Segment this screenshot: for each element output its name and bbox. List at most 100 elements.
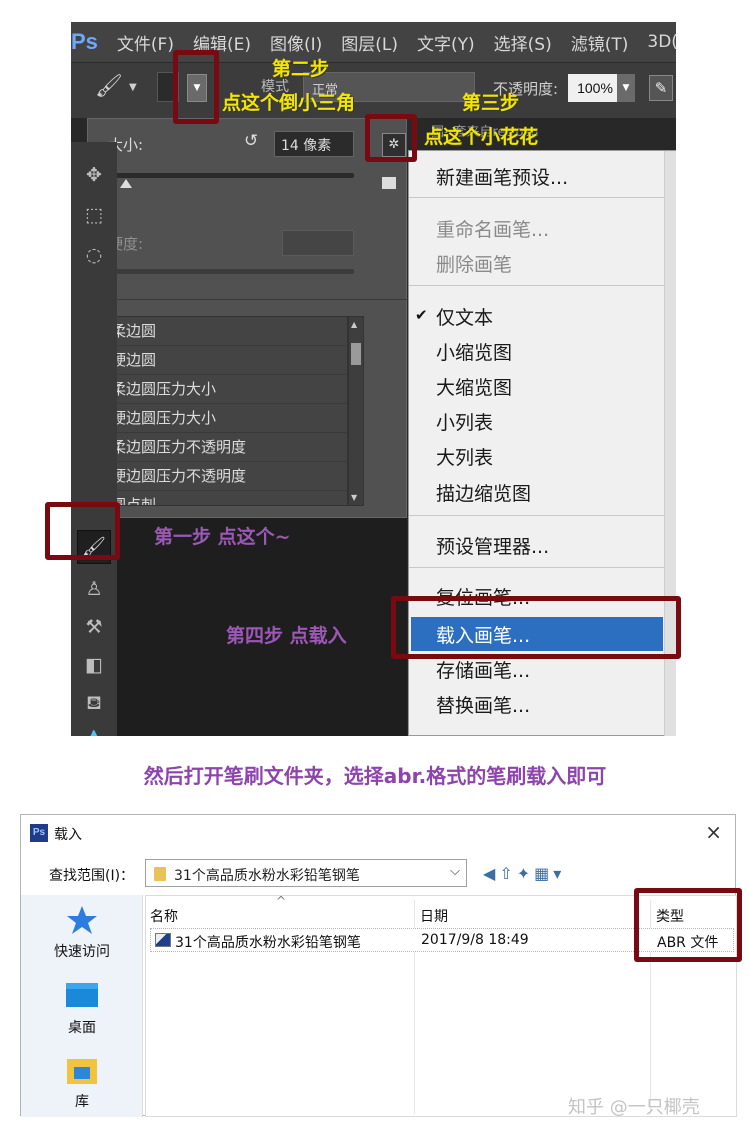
ps-menubar: Ps 文件(F) 编辑(E) 图像(I) 图层(L) 文字(Y) 选择(S) 滤… [71,22,676,62]
sidebar-item-label: 库 [75,1094,89,1110]
column-header-date[interactable]: 日期 [420,906,448,926]
menu-separator [409,197,664,198]
scrollbar-thumb[interactable] [351,343,361,365]
new-folder-icon[interactable]: ✦ [517,864,534,883]
file-name: 31个高品质水粉水彩铅笔钢笔 [175,935,361,951]
hardness-input[interactable] [282,230,354,256]
sidebar-item-desktop[interactable]: 桌面 [21,981,143,1037]
sidebar-item-label: 桌面 [68,1020,96,1036]
list-item[interactable]: 柔边圆 [103,317,347,346]
places-sidebar: 快速访问 桌面 库 [21,895,143,1117]
step4-text: 第四步 点载入 [226,625,347,647]
menu-item-small-thumb[interactable]: 小缩览图 [436,338,512,365]
sidebar-item-library[interactable]: 库 [21,1055,143,1111]
opacity-dropdown-icon[interactable]: ▼ [617,74,635,102]
look-in-select[interactable]: 31个高品质水粉水彩铅笔钢笔 ⌵ [145,859,467,887]
marquee-tool-icon[interactable]: ⬚ [81,202,107,228]
view-menu-icon[interactable]: ▦▾ [534,864,565,883]
brush-preset-list: 柔边圆 硬边圆 柔边圆压力大小 硬边圆压力大小 柔边圆压力不透明度 硬边圆压力不… [102,316,348,506]
folder-icon [154,867,166,881]
step2-title: 第二步 [272,58,330,80]
menu-separator [409,285,664,286]
lasso-tool-icon[interactable]: ◌ [81,242,107,268]
opacity-input[interactable]: 100% [568,74,622,102]
step4-highlight-box [391,596,681,659]
ps-logo: Ps [71,29,98,54]
sidebar-item-quick-access[interactable]: 快速访问 [21,905,143,961]
instruction-caption: 然后打开笔刷文件夹，选择abr.格式的笔刷载入即可 [143,764,607,788]
step3-text: 点这个小花花 [424,126,539,148]
menu-3d[interactable]: 3D(D) [647,32,676,52]
chevron-down-icon[interactable]: ▼ [129,82,137,93]
step1-highlight-box [45,502,120,560]
step2-highlight-box [173,50,219,124]
size-input[interactable]: 14 像素 [274,131,354,157]
list-item[interactable]: 圆点刺 [103,491,347,505]
new-preset-icon[interactable] [382,177,396,189]
menu-separator [409,515,664,516]
menu-type[interactable]: 文字(Y) [417,30,475,55]
ps-app-icon: Ps [30,824,48,842]
step2-text: 点这个倒小三角 [222,92,356,114]
menu-separator [409,567,664,568]
menu-layer[interactable]: 图层(L) [341,30,398,55]
menu-select[interactable]: 选择(S) [494,30,552,55]
look-in-label: 查找范围(I)： [49,868,135,884]
sort-caret-icon: ^ [276,894,287,908]
tools-panel: ✥ ⬚ ◌ 🖌 ♙ ⚒ ◧ ⛾ 💧 [71,142,117,736]
star-icon [65,905,99,935]
menu-file[interactable]: 文件(F) [117,30,174,55]
up-folder-icon[interactable]: ⇧ [499,864,516,883]
scroll-down-icon[interactable]: ▼ [351,493,357,502]
menu-item-large-list[interactable]: 大列表 [436,443,493,470]
menu-item-rename[interactable]: 重命名画笔... [436,215,549,242]
menu-item-replace-brushes[interactable]: 替换画笔... [436,691,530,718]
hardness-slider[interactable] [108,269,354,274]
abr-file-icon [155,933,171,947]
menu-item-text-only[interactable]: 仅文本 [436,303,493,330]
menu-item-delete[interactable]: 删除画笔 [436,250,512,277]
list-item[interactable]: 柔边圆压力大小 [103,375,347,404]
close-icon[interactable]: × [705,820,722,844]
airbrush-icon[interactable]: ✎ [649,75,673,101]
list-item[interactable]: 硬边圆压力不透明度 [103,462,347,491]
step1-text: 第一步 点这个~ [154,526,291,548]
eraser-tool-icon[interactable]: ◧ [81,652,107,678]
menu-item-stroke-thumb[interactable]: 描边缩览图 [436,479,531,506]
menu-item-small-list[interactable]: 小列表 [436,408,493,435]
load-dialog: Ps 载入 × 查找范围(I)： 31个高品质水粉水彩铅笔钢笔 ⌵ ◀⇧✦▦▾ … [20,814,737,1117]
scroll-up-icon[interactable]: ▲ [351,320,357,329]
menu-item-preset-manager[interactable]: 预设管理器... [436,532,549,559]
desktop-icon [65,981,99,1011]
menu-image[interactable]: 图像(I) [270,30,322,55]
size-slider-thumb[interactable] [120,179,132,188]
library-icon [65,1055,99,1085]
history-brush-icon[interactable]: ⚒ [81,614,107,640]
list-item[interactable]: 硬边圆压力大小 [103,404,347,433]
reset-icon[interactable]: ↺ [244,131,258,151]
menu-item-large-thumb[interactable]: 大缩览图 [436,373,512,400]
watermark: 知乎 @一只椰壳 [568,1097,700,1118]
move-tool-icon[interactable]: ✥ [81,162,107,188]
paint-bucket-icon[interactable]: ⛾ [81,690,107,716]
step3-title: 第三步 [462,92,520,114]
column-header-name[interactable]: 名称 [150,906,178,926]
brush-preset-icon[interactable]: 🖌 [95,74,123,99]
dialog-title: 载入 [54,827,82,843]
nav-toolbar: ◀⇧✦▦▾ [483,864,565,883]
type-column-highlight-box [634,888,742,962]
menu-item-save-brushes[interactable]: 存储画笔... [436,656,530,683]
chevron-down-icon[interactable]: ⌵ [450,864,460,879]
stamp-tool-icon[interactable]: ♙ [81,576,107,602]
list-item[interactable]: 硬边圆 [103,346,347,375]
list-item[interactable]: 柔边圆压力不透明度 [103,433,347,462]
file-date: 2017/9/8 18:49 [421,932,529,948]
menu-filter[interactable]: 滤镜(T) [571,30,629,55]
blur-tool-icon[interactable]: 💧 [81,728,107,736]
size-slider[interactable] [108,173,354,178]
menu-item-new-preset[interactable]: 新建画笔预设... [436,163,568,190]
divider [88,299,408,300]
back-icon[interactable]: ◀ [483,864,499,883]
sidebar-item-label: 快速访问 [54,944,110,960]
preset-list-scrollbar[interactable]: ▲ ▼ [348,316,364,506]
